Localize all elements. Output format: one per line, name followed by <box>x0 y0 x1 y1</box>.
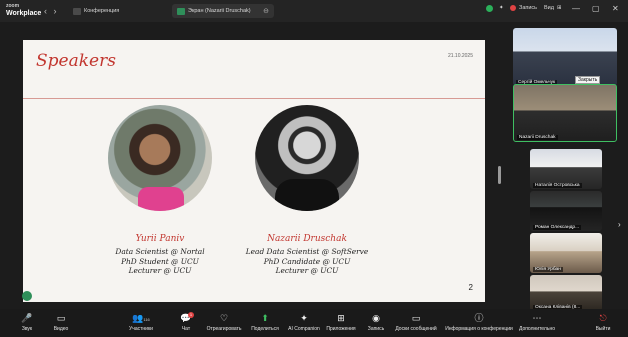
speaker-photo-1 <box>108 105 212 211</box>
minimize-button[interactable]: — <box>572 4 580 13</box>
tab-screen-share[interactable]: Экран (Nazarii Druschak) ⊖ <box>172 4 274 18</box>
participant-tile[interactable]: Юлія Урбан <box>530 233 602 273</box>
whiteboards-label: Доски сообщений <box>395 326 437 332</box>
brand-top: zoom <box>6 3 20 9</box>
view-label: Вид <box>544 5 554 11</box>
speaker-name-1: Yurii Paniv <box>135 234 185 244</box>
participant-tile[interactable]: Наталія Островська <box>530 149 602 189</box>
tab-screen-label: Экран (Nazarii Druschak) <box>188 8 251 14</box>
participant-name: Юлія Урбан <box>533 267 563 272</box>
camera-icon: ▭ <box>56 313 66 323</box>
meeting-info-label: Информация о конференции <box>445 326 513 332</box>
participant-name: Роман Олександр... <box>533 225 582 230</box>
video-button[interactable]: ▭ Видео <box>34 313 88 332</box>
close-button[interactable]: ✕ <box>612 4 619 13</box>
more-button[interactable]: ⋯ Дополнительно <box>510 313 564 332</box>
shield-icon <box>486 5 493 12</box>
participants-count: 116 <box>143 317 150 322</box>
speaker-photo-2 <box>255 105 359 211</box>
gear-icon[interactable]: ✦ <box>499 5 504 11</box>
meeting-info-button[interactable]: ⓘ Информация о конференции <box>440 313 518 332</box>
speaker-shirt <box>275 179 339 211</box>
zoom-logo: zoom Workplace <box>6 3 41 17</box>
leave-label: Выйти <box>595 326 611 332</box>
video-label: Видео <box>53 326 69 332</box>
more-label: Дополнительно <box>519 326 555 332</box>
view-menu[interactable]: Вид ⊞ <box>544 5 562 11</box>
record-dot-icon <box>510 5 516 11</box>
screen-icon <box>177 7 185 15</box>
speaker-role: Lecturer @ UCU <box>275 266 339 275</box>
participant-tile[interactable]: Оксана Кліванів (8... <box>530 275 602 311</box>
info-icon: ⓘ <box>474 313 484 323</box>
chat-badge: 1 <box>188 312 194 318</box>
participant-tile-active-speaker[interactable]: Nazarii Druschak <box>513 84 617 142</box>
record-indicator[interactable]: Запись <box>510 5 537 11</box>
next-page-icon[interactable]: › <box>618 220 621 229</box>
speaker-role: PhD Candidate @ UCU <box>263 256 351 266</box>
shared-screen: Speakers 21.10.2025 Yurii Paniv Data Sci… <box>8 24 498 307</box>
speaker-role: Data Scientist @ Nortal <box>115 247 205 256</box>
record-label: Запись <box>519 5 538 11</box>
speaker-role: Lead Data Scientist @ SoftServe <box>245 247 369 256</box>
tab-conference-label: Конференция <box>84 8 120 14</box>
brand-bottom: Workplace <box>6 10 42 17</box>
whiteboard-icon: ▭ <box>411 313 421 323</box>
speaker-roles-2: Lead Data Scientist @ SoftServe PhD Cand… <box>227 247 387 276</box>
speaker-shirt <box>138 187 184 211</box>
speaker-name-2: Nazarii Druschak <box>267 234 347 244</box>
speaker-role: PhD Student @ UCU <box>121 256 199 266</box>
close-tab-icon[interactable]: ⊖ <box>263 7 269 15</box>
security-indicator[interactable] <box>486 5 493 12</box>
participants-glyph: 👥 <box>132 313 144 323</box>
participants-panel: Сергій Омельчук Закрыть Nazarii Druschak… <box>508 22 628 312</box>
leave-button[interactable]: ⎋ Выйти <box>580 313 626 332</box>
tooltip: Закрыть <box>575 76 601 84</box>
panel-resize-handle[interactable] <box>498 166 501 184</box>
whiteboards-button[interactable]: ▭ Доски сообщений <box>389 313 443 332</box>
meeting-toolbar: 🎤 Звук ▭ Видео 👥116 Участники 1 💬 Чат ♡ … <box>0 309 628 337</box>
participant-tile[interactable]: Сергій Омельчук Закрыть <box>513 28 617 86</box>
slide-title: Speakers <box>36 51 116 71</box>
presentation-slide: Speakers 21.10.2025 Yurii Paniv Data Sci… <box>23 40 485 302</box>
slide-divider <box>23 98 485 99</box>
speaker-roles-1: Data Scientist @ Nortal PhD Student @ UC… <box>80 247 240 276</box>
tab-conference[interactable]: Конференция <box>68 4 124 18</box>
grid-icon: ⊞ <box>556 5 562 11</box>
participant-name: Nazarii Druschak <box>517 135 558 140</box>
nav-arrows-icon[interactable]: ‹ › <box>44 6 59 16</box>
slide-date: 21.10.2025 <box>447 53 473 59</box>
top-bar: zoom Workplace ‹ › Конференция Экран (Na… <box>0 0 628 22</box>
participant-name: Наталія Островська <box>533 183 582 188</box>
annotate-icon[interactable] <box>22 291 32 301</box>
participants-icon <box>73 7 81 15</box>
zoom-window: zoom Workplace ‹ › Конференция Экран (Na… <box>0 0 628 337</box>
more-icon: ⋯ <box>532 313 542 323</box>
maximize-button[interactable]: ▢ <box>592 4 600 13</box>
participant-tile[interactable]: Роман Олександр... <box>530 191 602 231</box>
slide-page-number: 2 <box>468 283 473 292</box>
leave-icon: ⎋ <box>599 313 607 323</box>
speaker-role: Lecturer @ UCU <box>128 266 192 275</box>
